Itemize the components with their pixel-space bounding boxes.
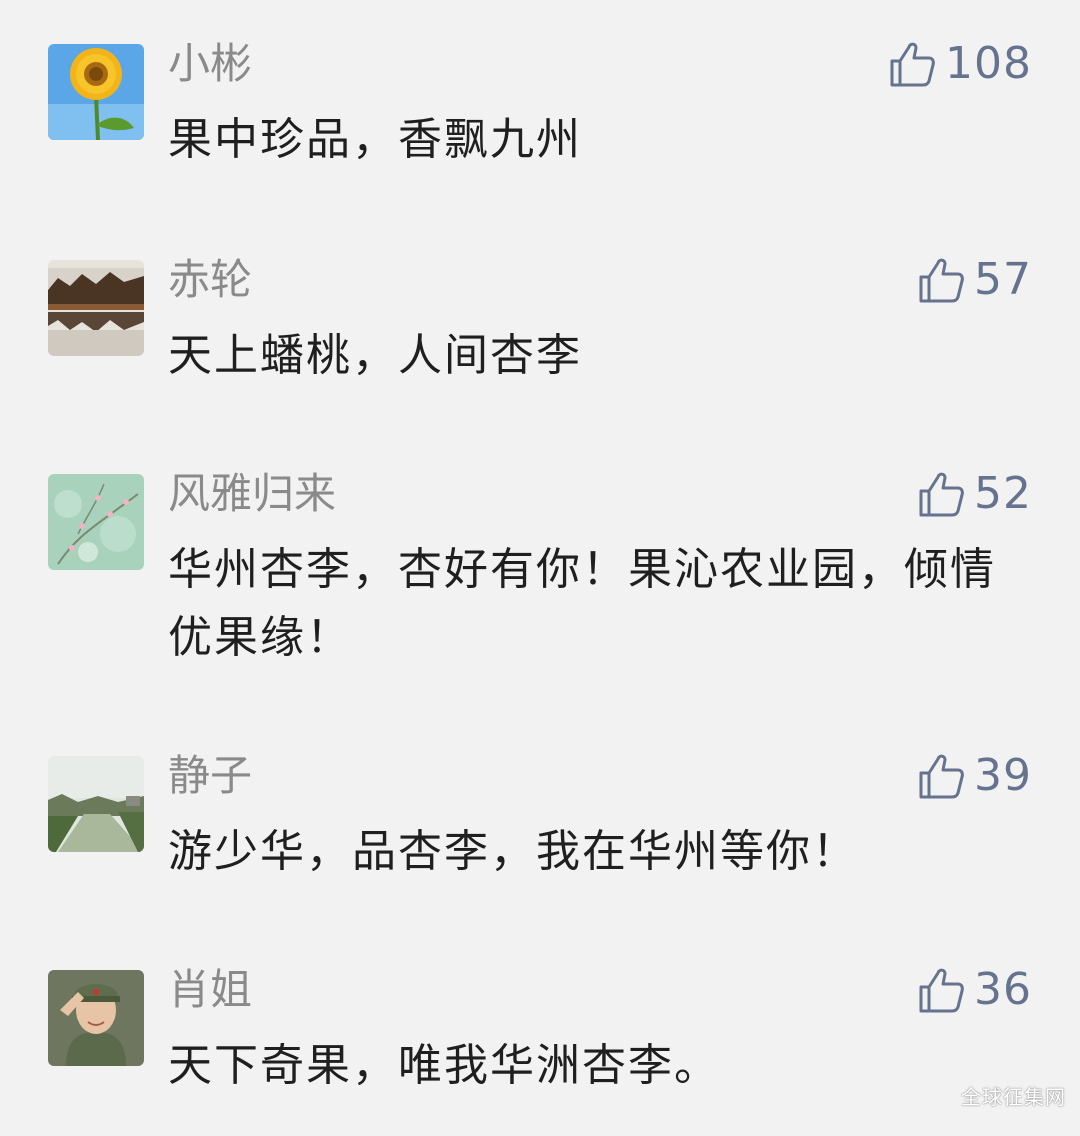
- like-button[interactable]: 36: [916, 962, 1032, 1018]
- like-button[interactable]: 39: [916, 748, 1032, 804]
- username[interactable]: 静子: [168, 750, 252, 802]
- thumbs-up-icon: [916, 965, 966, 1015]
- comment-text: 天下奇果，唯我华洲杏李。: [168, 1040, 720, 1091]
- thumbs-up-icon: [916, 469, 966, 519]
- username[interactable]: 肖姐: [168, 964, 252, 1016]
- watermark: 全球征集网: [961, 1085, 1066, 1109]
- comment-text: 天上蟠桃，人间杏李: [168, 330, 582, 381]
- like-button[interactable]: 52: [916, 466, 1032, 522]
- sunflower-avatar-icon[interactable]: [48, 44, 144, 140]
- saluting-woman-avatar-icon[interactable]: [48, 970, 144, 1066]
- lake-landscape-avatar-icon[interactable]: [48, 260, 144, 356]
- thumbs-up-icon: [916, 751, 966, 801]
- username[interactable]: 小彬: [168, 38, 252, 90]
- river-avatar-icon[interactable]: [48, 756, 144, 852]
- like-count: 108: [945, 38, 1032, 89]
- comment-text: 游少华，品杏李，我在华州等你！: [168, 826, 858, 877]
- thumbs-up-icon: [916, 255, 966, 305]
- username[interactable]: 风雅归来: [168, 468, 336, 520]
- comment-list: 小彬 108 果中珍品，香飘九州 赤轮 57 天上蟠桃，人间杏李 风雅归来 52…: [0, 0, 1080, 1136]
- username[interactable]: 赤轮: [168, 254, 252, 306]
- comment-text: 华州杏李，杏好有你！果沁农业园，倾情优果缘！: [168, 544, 996, 663]
- like-count: 36: [974, 964, 1032, 1015]
- like-count: 39: [974, 750, 1032, 801]
- like-count: 52: [974, 468, 1032, 519]
- blossom-avatar-icon[interactable]: [48, 474, 144, 570]
- like-button[interactable]: 57: [916, 252, 1032, 308]
- thumbs-up-icon: [887, 39, 937, 89]
- like-count: 57: [974, 254, 1032, 305]
- like-button[interactable]: 108: [887, 36, 1032, 92]
- comment-text: 果中珍品，香飘九州: [168, 114, 582, 165]
